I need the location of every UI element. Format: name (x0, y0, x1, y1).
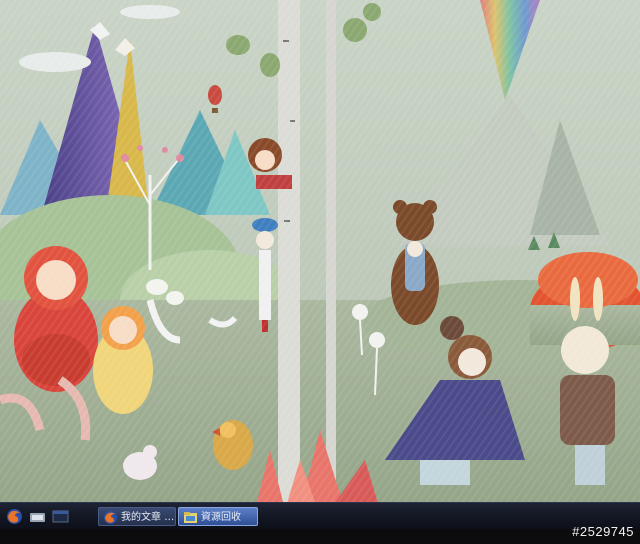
firefox-icon (104, 511, 117, 524)
quick-launch-firefox[interactable] (6, 508, 23, 525)
taskbar-button-firefox[interactable]: 我的文章 - Mo... (98, 507, 176, 526)
taskbar-button-label: 資源回收 (201, 512, 241, 523)
quick-launch-window[interactable] (52, 508, 69, 525)
desktop (0, 0, 640, 510)
folder-window-icon (184, 512, 197, 523)
show-desktop-icon (30, 513, 45, 522)
taskbar-button-label: 我的文章 - Mo... (121, 512, 175, 523)
window-icon (52, 510, 69, 523)
watermark-text: #2529745 (572, 524, 634, 539)
firefox-icon (7, 509, 22, 524)
taskbar: 我的文章 - Mo... 資源回收 (0, 502, 640, 529)
taskbar-button-recycle[interactable]: 資源回收 (178, 507, 258, 526)
desktop-wallpaper (0, 0, 640, 510)
quick-launch-show-desktop[interactable] (29, 508, 46, 525)
